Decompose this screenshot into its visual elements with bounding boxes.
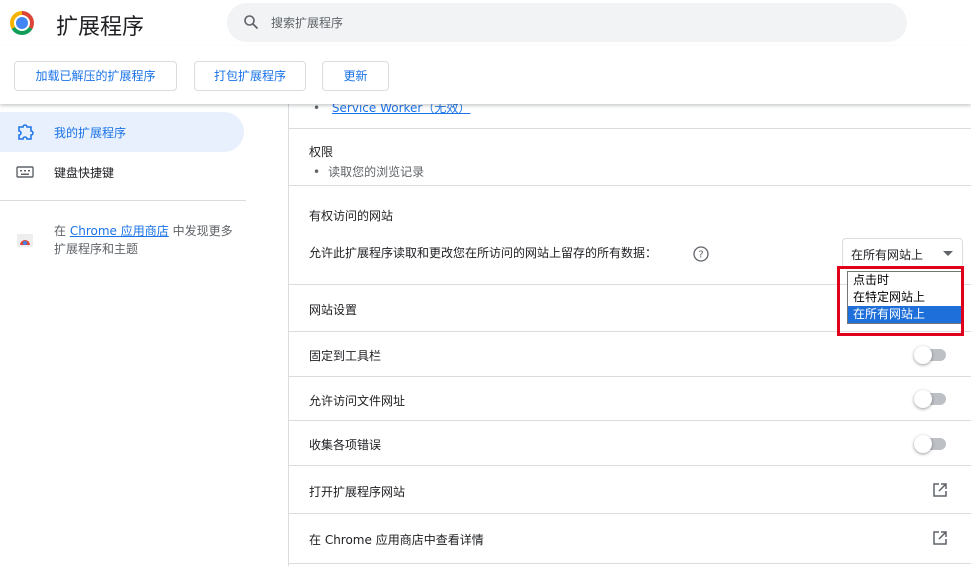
update-button[interactable]: 更新: [322, 61, 389, 91]
inspect-views-row: Service Worker（无效）: [289, 101, 971, 129]
chrome-web-store-icon: [17, 234, 33, 247]
collect-errors-toggle[interactable]: [914, 435, 946, 453]
puzzle-icon: [18, 124, 34, 140]
site-access-select-value: 在所有网站上: [851, 248, 924, 262]
pack-extension-button[interactable]: 打包扩展程序: [194, 61, 306, 91]
search-icon[interactable]: [243, 14, 259, 30]
pin-to-toolbar-row: 固定到工具栏: [289, 332, 971, 377]
sidebar-item-my-extensions[interactable]: 我的扩展程序: [0, 112, 244, 152]
sidebar-item-label: 我的扩展程序: [54, 126, 127, 140]
svg-text:?: ?: [698, 250, 703, 261]
annotation-highlight-box: [837, 266, 964, 336]
allow-file-urls-toggle[interactable]: [914, 390, 946, 408]
chrome-web-store-link[interactable]: Chrome 应用商店: [70, 224, 169, 238]
store-prefix: 在: [54, 224, 67, 238]
site-access-description: 允许此扩展程序读取和更改您在所访问的网站上留存的所有数据：: [309, 246, 658, 260]
view-in-store-row[interactable]: 在 Chrome 应用商店中查看详情: [289, 514, 971, 564]
collect-errors-label: 收集各项错误: [309, 438, 382, 452]
open-in-new-icon[interactable]: [932, 482, 948, 498]
sidebar-item-label: 键盘快捷键: [54, 166, 115, 180]
site-settings-label: 网站设置: [309, 303, 358, 317]
allow-file-urls-label: 允许访问文件网址: [309, 394, 406, 408]
open-extension-site-label: 打开扩展程序网站: [309, 485, 406, 499]
search-bar[interactable]: [227, 3, 907, 42]
page-title: 扩展程序: [56, 15, 145, 40]
sidebar-item-keyboard-shortcuts[interactable]: 键盘快捷键: [0, 152, 244, 192]
view-in-store-label: 在 Chrome 应用商店中查看详情: [309, 533, 484, 547]
chevron-down-icon: [943, 251, 953, 256]
sidebar-divider: [0, 200, 246, 201]
keyboard-icon: [16, 166, 34, 178]
extension-details: Service Worker（无效） 权限 读取您的浏览记录 有权访问的网站 允…: [288, 101, 971, 566]
open-in-new-icon[interactable]: [932, 530, 948, 546]
help-icon[interactable]: ?: [693, 246, 709, 262]
permissions-section: 权限 读取您的浏览记录: [289, 129, 971, 186]
site-access-select[interactable]: 在所有网站上: [842, 238, 963, 268]
chrome-logo-icon: [10, 11, 34, 35]
pin-to-toolbar-toggle[interactable]: [914, 346, 946, 364]
open-extension-site-row[interactable]: 打开扩展程序网站: [289, 466, 971, 514]
permissions-title: 权限: [309, 145, 334, 159]
load-unpacked-button[interactable]: 加载已解压的扩展程序: [14, 61, 177, 91]
file-urls-row: 允许访问文件网址: [289, 377, 971, 421]
header: 扩展程序: [0, 0, 971, 46]
pin-to-toolbar-label: 固定到工具栏: [309, 349, 382, 363]
sidebar: 我的扩展程序 键盘快捷键 在 Chrome 应用商店 中发现更多扩展程序和主题: [0, 104, 288, 566]
developer-toolbar: 加载已解压的扩展程序 打包扩展程序 更新: [0, 46, 971, 104]
collect-errors-row: 收集各项错误: [289, 421, 971, 466]
web-store-promo: 在 Chrome 应用商店 中发现更多扩展程序和主题: [54, 222, 244, 258]
site-access-title: 有权访问的网站: [309, 209, 394, 223]
permission-item: 读取您的浏览记录: [313, 163, 424, 180]
search-input[interactable]: [271, 3, 871, 42]
